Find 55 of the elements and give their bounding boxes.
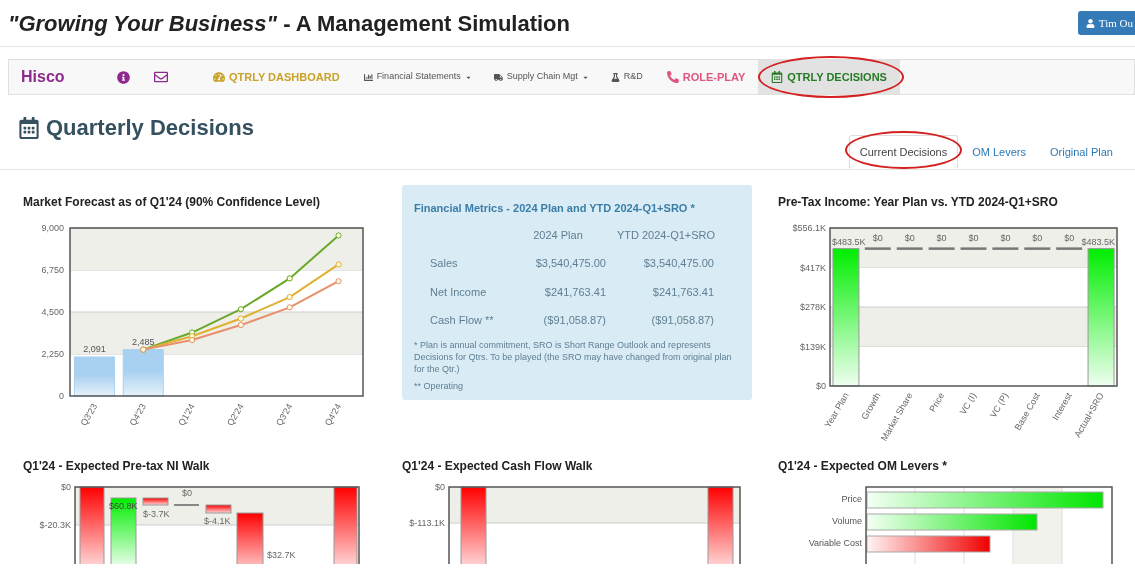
axis-label: 9,000 — [41, 223, 64, 233]
data-label: $32.7K — [267, 550, 296, 560]
chart-title: Q1'24 - Expected Pre-tax NI Walk — [23, 458, 211, 475]
table-cell-text: $3,540,475.00 — [642, 256, 715, 271]
axis-label: Volume — [831, 516, 862, 526]
axis-label: 2,250 — [41, 349, 64, 359]
axis-label: $0 — [61, 484, 71, 492]
annotation-label: $0 — [1064, 233, 1075, 243]
table-cell-text: $241,763.41 — [651, 284, 715, 300]
table-cell-text: ($91,058.87) — [650, 313, 715, 328]
table-cell-text: ($91,058.87) — [542, 313, 606, 328]
column-header: YTD 2024-Q1+SRO — [615, 227, 717, 243]
footnote: ** Operating — [414, 379, 465, 392]
annotation-label: $0 — [936, 233, 947, 243]
data-label: $0 — [182, 488, 192, 498]
chart-title: Market Forecast as of Q1'24 (90% Confidence Level) — [23, 194, 321, 211]
axis-label: VC (P) — [987, 391, 1011, 420]
row-label: Net Income — [429, 284, 488, 300]
axis-label: 4,500 — [41, 307, 64, 317]
chart-title: Pre-Tax Income: Year Plan vs. YTD 2024-Q1+SRO — [778, 194, 1059, 211]
axis-label: 6,750 — [41, 265, 64, 275]
axis-label: 0 — [59, 391, 64, 401]
data-label: $-3.7K — [143, 509, 170, 519]
data-label: 2,091 — [83, 343, 106, 354]
table-cell-text: $3,540,475.00 — [534, 256, 606, 271]
chart-title: Q1'24 - Expected Cash Flow Walk — [402, 458, 594, 475]
axis-label: $556.1K — [792, 223, 826, 233]
panel-title: Financial Metrics - 2024 Plan and YTD 2024-Q1+SRO * — [414, 201, 696, 216]
axis-label: $-113.1K — [409, 518, 445, 528]
data-label: 2,485 — [132, 336, 155, 347]
row-label: Sales — [429, 256, 459, 271]
footnote: * Plan is annual commitment, SRO is Short Range Outlook and represents Decisions for Qtrs. To be played (the SRO may have changed from original plan for the Qtr.) — [414, 338, 733, 375]
axis-label: $139K — [799, 341, 826, 352]
annotation-label: $0 — [1032, 233, 1043, 243]
data-label: $483.5K — [832, 236, 866, 247]
axis-label: Price — [841, 494, 862, 504]
annotation-label: $0 — [1000, 233, 1011, 243]
row-label: Cash Flow ** — [429, 313, 495, 328]
annotation-label: $0 — [904, 233, 915, 243]
axis-label: $0 — [435, 484, 445, 492]
data-label: $483.5K — [1081, 236, 1115, 247]
page-title: Quarterly Decisions — [46, 114, 254, 142]
chart-title: Q1'24 - Expected OM Levers * — [778, 458, 948, 475]
table-cell-text: $241,763.41 — [543, 284, 606, 300]
axis-label: $417K — [799, 262, 826, 273]
data-label: $-4.1K — [204, 516, 231, 526]
app-title: "Growing Your Business" - A Management Simulation — [8, 9, 570, 38]
annotation-label: $0 — [968, 233, 979, 243]
annotation-label: $0 — [872, 233, 883, 243]
axis-label: VC (I) — [957, 391, 979, 417]
column-header: 2024 Plan — [532, 227, 584, 243]
axis-label: $278K — [799, 302, 826, 312]
axis-label: $0 — [816, 381, 826, 391]
axis-label: Variable Cost — [808, 538, 862, 548]
axis-label: $-20.3K — [39, 520, 71, 530]
